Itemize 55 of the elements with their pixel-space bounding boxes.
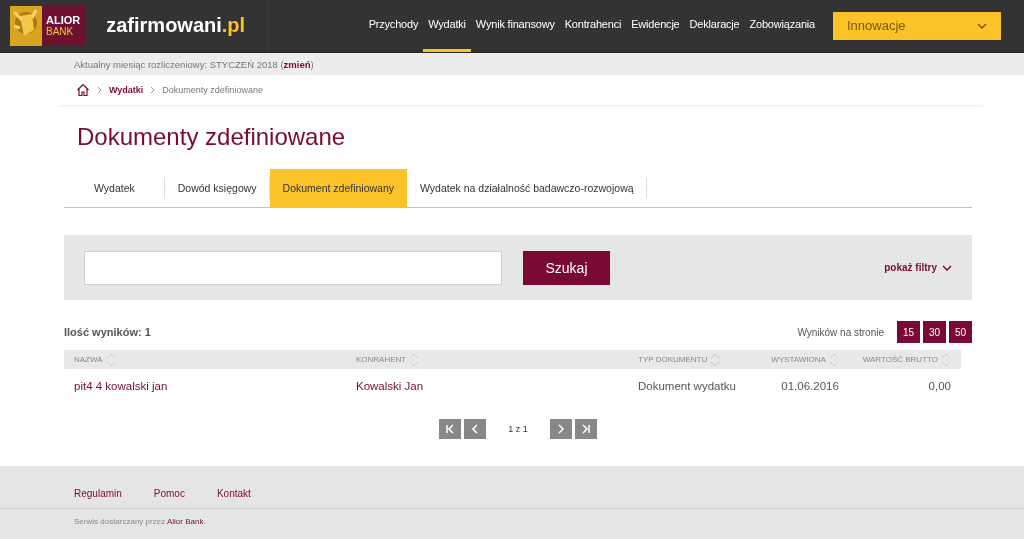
sort-icon xyxy=(941,352,951,367)
nav-item[interactable]: Ewidencje xyxy=(626,0,685,52)
tab[interactable]: Wydatek na działalność badawczo-rozwojową xyxy=(407,169,647,207)
table-cell: 0,00 xyxy=(928,379,951,392)
sort-icon xyxy=(409,352,420,367)
sort-icon xyxy=(710,352,721,367)
chevron-right-icon xyxy=(150,86,156,94)
tab[interactable]: Dokument zdefiniowany xyxy=(269,169,408,207)
chevron-down-icon xyxy=(977,22,987,29)
footer-link[interactable]: Pomoc xyxy=(153,488,185,508)
footer-link[interactable]: Regulamin xyxy=(74,488,122,508)
tab[interactable]: Dowód księgowy xyxy=(164,169,270,207)
period-text: Aktualny miesiąc rozliczeniowy: STYCZEŃ 2018 (zmień) xyxy=(74,58,314,70)
home-icon xyxy=(76,83,90,97)
nav-item[interactable]: Przychody xyxy=(363,0,424,52)
nav-item[interactable]: Kontrahenci xyxy=(559,0,627,52)
breadcrumb-item: Dokumenty zdefiniowane xyxy=(162,85,263,95)
per-page-button[interactable]: 15 xyxy=(897,321,920,343)
last-page-icon xyxy=(581,424,591,434)
per-page-button[interactable]: 30 xyxy=(923,321,946,343)
site-name: zafirmowani xyxy=(106,14,222,37)
sort-icon xyxy=(105,352,116,367)
nav-item[interactable]: Wynik finansowy xyxy=(470,0,560,52)
tab[interactable]: Wydatek xyxy=(64,169,165,207)
site-suffix: .pl xyxy=(221,14,246,37)
next-page-button[interactable] xyxy=(550,419,572,439)
dropdown[interactable]: Innowacje xyxy=(833,11,1001,40)
chevron-right-icon xyxy=(97,86,102,94)
table-cell: Dokument wydatku xyxy=(638,379,736,392)
logo-text: ALIOR xyxy=(46,14,81,26)
footer-link[interactable]: Kontakt xyxy=(216,488,251,508)
chevron-down-icon xyxy=(942,264,952,271)
first-page-button[interactable] xyxy=(439,419,461,439)
search-field[interactable] xyxy=(84,250,502,285)
per-page-label: Wyników na stronie xyxy=(797,326,884,338)
previous-page-button[interactable] xyxy=(464,419,486,439)
nav-item[interactable]: Deklaracje xyxy=(684,0,745,52)
filters-toggle[interactable]: pokaż filtry xyxy=(884,262,952,273)
page-title: Dokumenty zdefiniowane xyxy=(77,123,347,152)
nav-item[interactable]: Zobowiązania xyxy=(744,0,820,52)
first-page-icon xyxy=(445,424,455,434)
page-indicator: 1 z 1 xyxy=(507,424,529,434)
logo-text: BANK xyxy=(46,25,75,37)
last-page-button[interactable] xyxy=(575,419,597,439)
table-link[interactable]: pit4 4 kowalski jan xyxy=(74,379,168,392)
table-link[interactable]: Kowalski Jan xyxy=(356,379,424,392)
table-cell: 01.06.2016 xyxy=(781,379,839,392)
result-count: Ilość wyników: 1 xyxy=(64,326,151,338)
footer-text: Serwis dostarczany przez Alior Bank. xyxy=(74,517,207,526)
next-page-icon xyxy=(556,424,566,434)
sort-icon xyxy=(828,352,839,367)
search-button[interactable]: Szukaj xyxy=(523,250,610,285)
per-page-button[interactable]: 50 xyxy=(949,321,972,343)
breadcrumb-item[interactable]: Wydatki xyxy=(109,85,144,95)
previous-page-icon xyxy=(470,424,480,434)
